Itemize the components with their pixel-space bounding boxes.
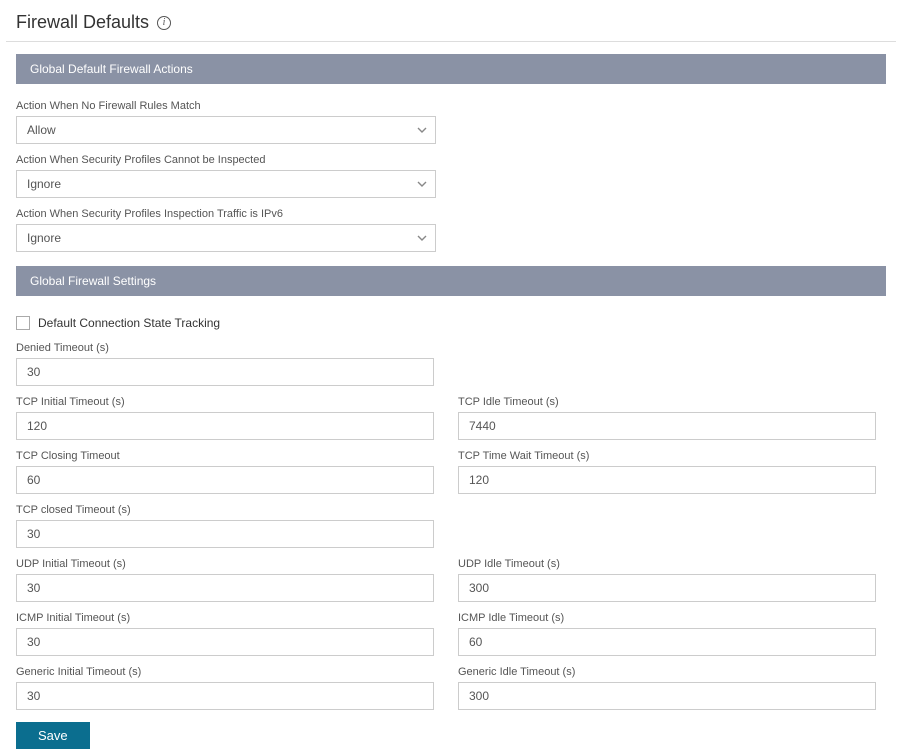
section-header-settings: Global Firewall Settings	[16, 266, 886, 296]
info-icon[interactable]: i	[157, 16, 171, 30]
page-title: Firewall Defaults	[16, 12, 149, 33]
page-header: Firewall Defaults i	[6, 12, 896, 42]
label-action-cannot-inspect: Action When Security Profiles Cannot be …	[16, 154, 886, 166]
label-udp-idle-timeout: UDP Idle Timeout (s)	[458, 558, 876, 570]
input-icmp-idle-timeout[interactable]	[458, 628, 876, 656]
label-tcp-idle-timeout: TCP Idle Timeout (s)	[458, 396, 876, 408]
label-tcp-initial-timeout: TCP Initial Timeout (s)	[16, 396, 434, 408]
label-generic-idle-timeout: Generic Idle Timeout (s)	[458, 666, 876, 678]
label-tcp-closing-timeout: TCP Closing Timeout	[16, 450, 434, 462]
input-tcp-closing-timeout[interactable]	[16, 466, 434, 494]
input-udp-idle-timeout[interactable]	[458, 574, 876, 602]
input-tcp-time-wait-timeout[interactable]	[458, 466, 876, 494]
checkbox-default-connection-tracking-label: Default Connection State Tracking	[38, 316, 220, 330]
input-tcp-idle-timeout[interactable]	[458, 412, 876, 440]
select-action-cannot-inspect[interactable]: Ignore	[16, 170, 436, 198]
input-generic-initial-timeout[interactable]	[16, 682, 434, 710]
label-action-no-match: Action When No Firewall Rules Match	[16, 100, 886, 112]
section-header-actions: Global Default Firewall Actions	[16, 54, 886, 84]
label-tcp-closed-timeout: TCP closed Timeout (s)	[16, 504, 434, 516]
label-generic-initial-timeout: Generic Initial Timeout (s)	[16, 666, 434, 678]
input-generic-idle-timeout[interactable]	[458, 682, 876, 710]
label-denied-timeout: Denied Timeout (s)	[16, 342, 434, 354]
save-button[interactable]: Save	[16, 722, 90, 749]
label-action-ipv6: Action When Security Profiles Inspection…	[16, 208, 886, 220]
input-tcp-initial-timeout[interactable]	[16, 412, 434, 440]
input-udp-initial-timeout[interactable]	[16, 574, 434, 602]
label-udp-initial-timeout: UDP Initial Timeout (s)	[16, 558, 434, 570]
select-action-no-match[interactable]: Allow	[16, 116, 436, 144]
select-action-ipv6-value: Ignore	[27, 231, 61, 245]
select-action-ipv6[interactable]: Ignore	[16, 224, 436, 252]
input-denied-timeout[interactable]	[16, 358, 434, 386]
section-body-actions: Action When No Firewall Rules Match Allo…	[6, 84, 896, 266]
label-icmp-idle-timeout: ICMP Idle Timeout (s)	[458, 612, 876, 624]
checkbox-default-connection-tracking[interactable]	[16, 316, 30, 330]
input-icmp-initial-timeout[interactable]	[16, 628, 434, 656]
label-tcp-time-wait-timeout: TCP Time Wait Timeout (s)	[458, 450, 876, 462]
select-action-no-match-value: Allow	[27, 123, 56, 137]
section-body-settings: Default Connection State Tracking Denied…	[6, 296, 896, 710]
input-tcp-closed-timeout[interactable]	[16, 520, 434, 548]
select-action-cannot-inspect-value: Ignore	[27, 177, 61, 191]
label-icmp-initial-timeout: ICMP Initial Timeout (s)	[16, 612, 434, 624]
